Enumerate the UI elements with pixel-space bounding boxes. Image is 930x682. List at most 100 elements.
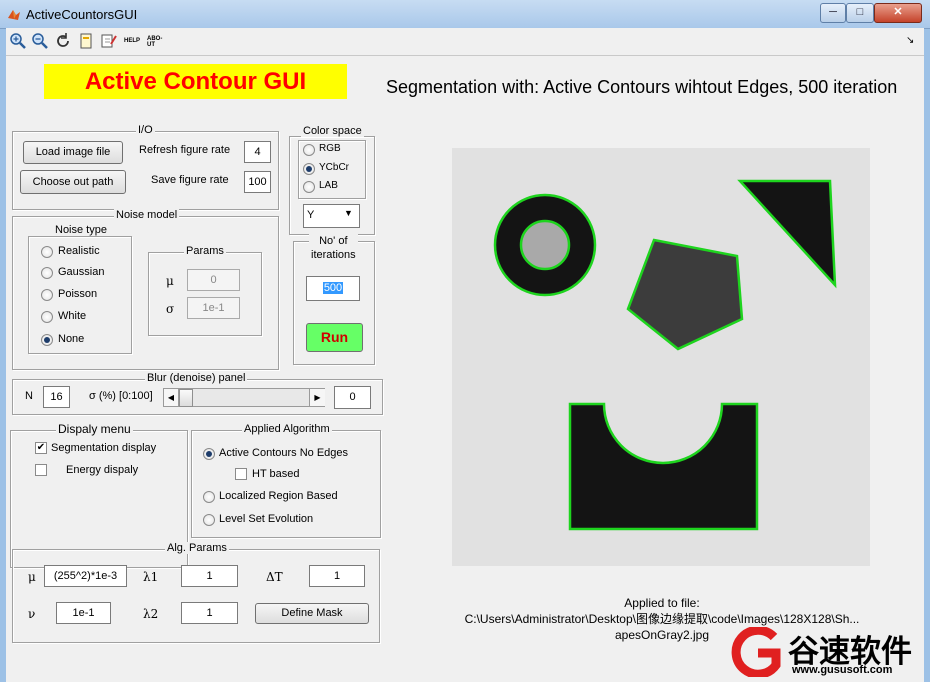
run-button[interactable]: Run [306, 323, 363, 352]
params-mu-symbol: μ [166, 274, 174, 288]
alg-mu-field[interactable]: (255^2)*1e-3 [44, 565, 127, 587]
iterations-title-line2: iterations [311, 249, 356, 261]
noise-realistic-radio[interactable] [41, 246, 53, 258]
noise-poisson-radio[interactable] [41, 289, 53, 301]
chevron-down-icon: ▼ [344, 208, 353, 218]
slider-thumb[interactable] [179, 389, 193, 407]
figure-area: Active Contour GUI Segmentation with: Ac… [6, 56, 924, 682]
blur-slider[interactable]: ◀ ▶ [163, 388, 325, 407]
params-sigma-symbol: σ [166, 302, 175, 316]
noise-realistic-label: Realistic [58, 245, 100, 257]
alg-acwe-radio[interactable] [203, 448, 215, 460]
toolbar: HELP ABO-UT ↘ [6, 28, 924, 56]
brush-icon[interactable] [100, 32, 118, 50]
close-button[interactable]: ✕ [874, 3, 922, 23]
noise-poisson-label: Poisson [58, 288, 98, 300]
noise-gaussian-radio[interactable] [41, 267, 53, 279]
zoom-out-icon[interactable] [31, 32, 49, 50]
alg-levelset-label: Level Set Evolution [219, 513, 314, 525]
iterations-title: No' of iterations [309, 234, 358, 262]
display-menu-title: Dispaly menu [56, 422, 133, 436]
color-space-title: Color space [301, 125, 364, 137]
matlab-logo-icon [8, 10, 20, 20]
noise-none-label: None [58, 333, 85, 345]
datacursor-icon[interactable] [77, 32, 95, 50]
alg-levelset-radio[interactable] [203, 514, 215, 526]
color-rgb-radio[interactable] [303, 144, 315, 156]
choose-out-path-button[interactable]: Choose out path [20, 170, 126, 194]
energy-display-label: Energy dispaly [66, 464, 139, 476]
alg-lambda2-field[interactable]: 1 [181, 602, 238, 624]
app-title: Active Contour GUI [84, 68, 307, 95]
noise-none-radio[interactable] [41, 334, 53, 346]
channel-select-value: Y [307, 209, 315, 221]
energy-display-checkbox[interactable] [35, 464, 47, 476]
params-title: Params [184, 245, 226, 257]
io-panel-title: I/O [136, 124, 155, 136]
ring-inner-contour [519, 219, 571, 271]
alg-dt-field[interactable]: 1 [309, 565, 365, 587]
params-mu-field[interactable]: 0 [187, 269, 240, 291]
ht-based-label: HT based [252, 468, 300, 480]
alg-nu-symbol: ν [28, 607, 36, 621]
color-ycbcr-label: YCbCr [319, 162, 350, 173]
save-rate-field[interactable]: 100 [244, 171, 271, 193]
ht-based-checkbox[interactable] [235, 468, 247, 480]
file-label: Applied to file: [624, 596, 700, 610]
slider-right-arrow-icon[interactable]: ▶ [309, 389, 325, 406]
watermark: 谷速软件 www.gususoft.com [726, 624, 922, 680]
minimize-button[interactable]: ─ [820, 3, 846, 23]
segmentation-title: Segmentation with: Active Contours wihto… [386, 77, 898, 97]
params-panel [148, 252, 262, 336]
color-ycbcr-radio[interactable] [303, 163, 315, 175]
segmentation-display-checkbox[interactable]: ✔ [35, 442, 47, 454]
blur-n-field[interactable]: 16 [43, 386, 70, 408]
rotate-icon[interactable] [54, 32, 72, 50]
zoom-in-icon[interactable] [9, 32, 27, 50]
alg-localized-radio[interactable] [203, 491, 215, 503]
noise-model-title: Noise model [114, 209, 180, 221]
noise-white-label: White [58, 310, 87, 322]
refresh-rate-field[interactable]: 4 [244, 141, 271, 163]
applied-algorithm-title: Applied Algorithm [242, 423, 332, 435]
alg-nu-field[interactable]: 1e-1 [56, 602, 111, 624]
window-title: ActiveCountorsGUI [26, 7, 138, 22]
noise-gaussian-label: Gaussian [58, 266, 105, 278]
color-lab-label: LAB [319, 180, 338, 191]
refresh-rate-label: Refresh figure rate [139, 144, 231, 156]
image-axes [452, 148, 870, 566]
title-bar: ActiveCountorsGUI ─ □ ✕ [0, 0, 930, 29]
noise-white-radio[interactable] [41, 311, 53, 323]
color-rgb-label: RGB [319, 143, 341, 154]
blur-panel-title: Blur (denoise) panel [145, 372, 248, 384]
save-rate-label: Save figure rate [151, 174, 229, 186]
about-icon[interactable]: ABO-UT [147, 36, 162, 48]
load-image-button[interactable]: Load image file [23, 141, 123, 164]
slider-left-arrow-icon[interactable]: ◀ [164, 389, 179, 406]
dock-icon[interactable]: ↘ [906, 35, 914, 46]
alg-lambda1-field[interactable]: 1 [181, 565, 238, 587]
alg-params-panel [12, 549, 380, 643]
help-icon[interactable]: HELP [124, 38, 140, 44]
iterations-value: 500 [322, 282, 344, 294]
blur-sigma-label: σ (%) [0:100] [89, 390, 153, 402]
app-title-banner: Active Contour GUI [44, 64, 347, 99]
blur-value-field[interactable]: 0 [334, 386, 371, 409]
channel-select[interactable]: Y ▼ [303, 204, 360, 228]
iterations-title-line1: No' of [319, 235, 348, 247]
watermark-logo-icon [731, 627, 781, 677]
params-sigma-field[interactable]: 1e-1 [187, 297, 240, 319]
color-lab-radio[interactable] [303, 181, 315, 193]
segmentation-display-label: Segmentation display [51, 442, 157, 454]
maximize-button[interactable]: □ [846, 3, 874, 23]
define-mask-button[interactable]: Define Mask [255, 603, 369, 624]
alg-localized-label: Localized Region Based [219, 490, 338, 502]
noise-type-title: Noise type [53, 224, 109, 236]
blur-n-label: N [25, 390, 33, 402]
watermark-url: www.gususoft.com [792, 664, 893, 676]
alg-lambda2-symbol: λ2 [143, 607, 159, 621]
alg-dt-symbol: ΔT [266, 570, 283, 584]
alg-mu-symbol: μ [28, 570, 36, 584]
alg-params-title: Alg. Params [165, 542, 229, 554]
iterations-field[interactable]: 500 [306, 276, 360, 301]
